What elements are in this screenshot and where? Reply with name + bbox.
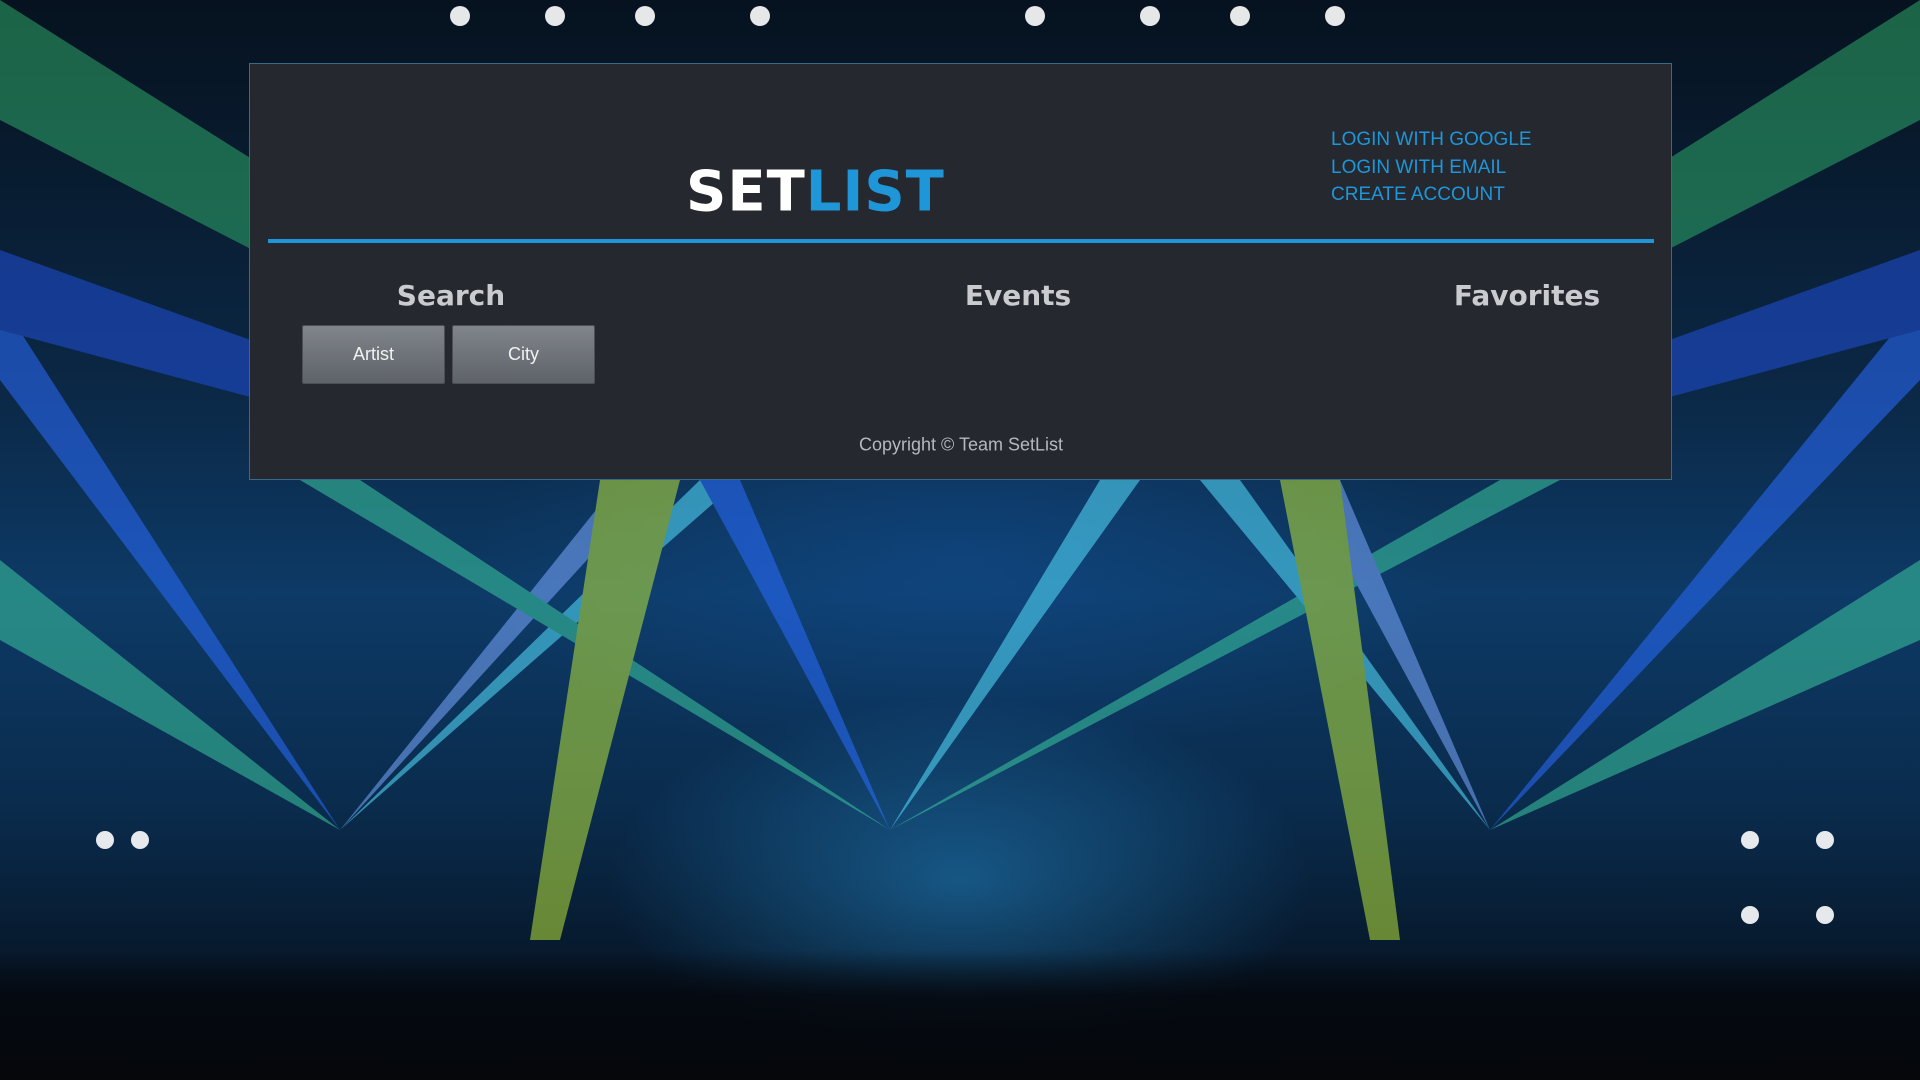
spotlight	[1741, 831, 1759, 849]
spotlight	[450, 6, 470, 26]
spotlight	[131, 831, 149, 849]
spotlight	[635, 6, 655, 26]
light-beam	[700, 480, 890, 830]
city-search-button[interactable]: City	[452, 325, 595, 384]
light-beam	[530, 480, 680, 940]
spotlight	[1140, 6, 1160, 26]
setlist-logo[interactable]: SETLIST	[686, 160, 945, 225]
create-account-link[interactable]: CREATE ACCOUNT	[1331, 181, 1532, 209]
light-beam	[890, 480, 1560, 830]
header-divider	[268, 239, 1654, 243]
spotlight	[1325, 6, 1345, 26]
spotlight	[1025, 6, 1045, 26]
spotlight	[750, 6, 770, 26]
spotlight	[1741, 906, 1759, 924]
search-heading[interactable]: Search	[397, 279, 505, 312]
main-panel: SETLIST LOGIN WITH GOOGLE LOGIN WITH EMA…	[249, 63, 1672, 480]
copyright-text: Copyright © Team SetList	[858, 434, 1064, 455]
spotlight	[1230, 6, 1250, 26]
light-beam	[890, 480, 1140, 830]
login-with-google-link[interactable]: LOGIN WITH GOOGLE	[1331, 126, 1532, 154]
favorites-heading[interactable]: Favorites	[1454, 279, 1600, 312]
spotlight	[1816, 906, 1834, 924]
auth-links: LOGIN WITH GOOGLE LOGIN WITH EMAIL CREAT…	[1331, 126, 1532, 209]
login-with-email-link[interactable]: LOGIN WITH EMAIL	[1331, 154, 1532, 182]
spotlight	[96, 831, 114, 849]
logo-text-list: LIST	[805, 159, 945, 225]
crowd-silhouette	[0, 950, 1920, 1080]
spotlight	[1816, 831, 1834, 849]
events-heading[interactable]: Events	[965, 279, 1071, 312]
artist-search-button[interactable]: Artist	[302, 325, 445, 384]
spotlight	[545, 6, 565, 26]
logo-text-set: SET	[686, 159, 806, 225]
